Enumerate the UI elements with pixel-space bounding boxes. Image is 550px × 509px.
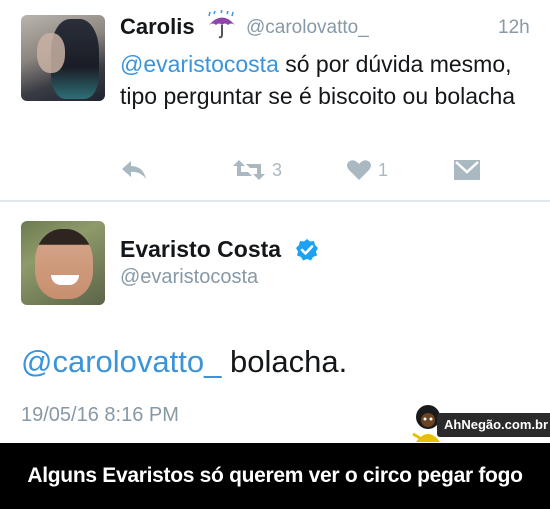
- retweet-count: 3: [272, 159, 283, 180]
- avatar-head: [35, 229, 93, 299]
- tweet-text-body: bolacha.: [221, 344, 348, 379]
- avatar-face: [37, 33, 65, 73]
- avatar[interactable]: [21, 15, 105, 101]
- envelope-icon: [454, 160, 480, 180]
- retweet-icon: [233, 160, 265, 180]
- author-name[interactable]: Evaristo Costa: [120, 236, 281, 263]
- mention-link[interactable]: @carolovatto_: [21, 344, 221, 379]
- reply-button[interactable]: [120, 155, 148, 185]
- caption-bar: Alguns Evaristos só querem ver o circo p…: [0, 443, 550, 509]
- avatar[interactable]: [21, 221, 105, 305]
- tweet-timestamp[interactable]: 19/05/16 8:16 PM: [21, 404, 179, 427]
- tweet-actions: 3 1: [120, 155, 540, 185]
- meme-caption: Alguns Evaristos só querem ver o circo p…: [27, 464, 523, 487]
- tweet-time[interactable]: 12h: [498, 17, 530, 39]
- reply-icon: [122, 161, 146, 179]
- direct-message-button[interactable]: [453, 155, 481, 185]
- tweet-divider: [0, 200, 550, 202]
- reply-tweet: Carolis @carolovatto_ 12h @evaristocosta…: [0, 0, 550, 200]
- umbrella-with-rain-icon: [208, 10, 235, 39]
- tweet-text: @evaristocosta só por dúvida mesmo, tipo…: [120, 48, 540, 112]
- tweet-text: @carolovatto_ bolacha.: [21, 344, 347, 380]
- author-handle[interactable]: @evaristocosta: [120, 266, 258, 289]
- verified-badge-icon: [296, 239, 318, 261]
- heart-icon: [347, 160, 371, 180]
- like-count: 1: [378, 159, 389, 180]
- like-button[interactable]: 1: [346, 155, 388, 185]
- author-handle[interactable]: @carolovatto_: [246, 17, 369, 39]
- author-name[interactable]: Carolis: [120, 14, 195, 40]
- site-watermark: AhNegão.com.br: [437, 413, 550, 437]
- mention-link[interactable]: @evaristocosta: [120, 51, 279, 77]
- retweet-button[interactable]: 3: [232, 155, 282, 185]
